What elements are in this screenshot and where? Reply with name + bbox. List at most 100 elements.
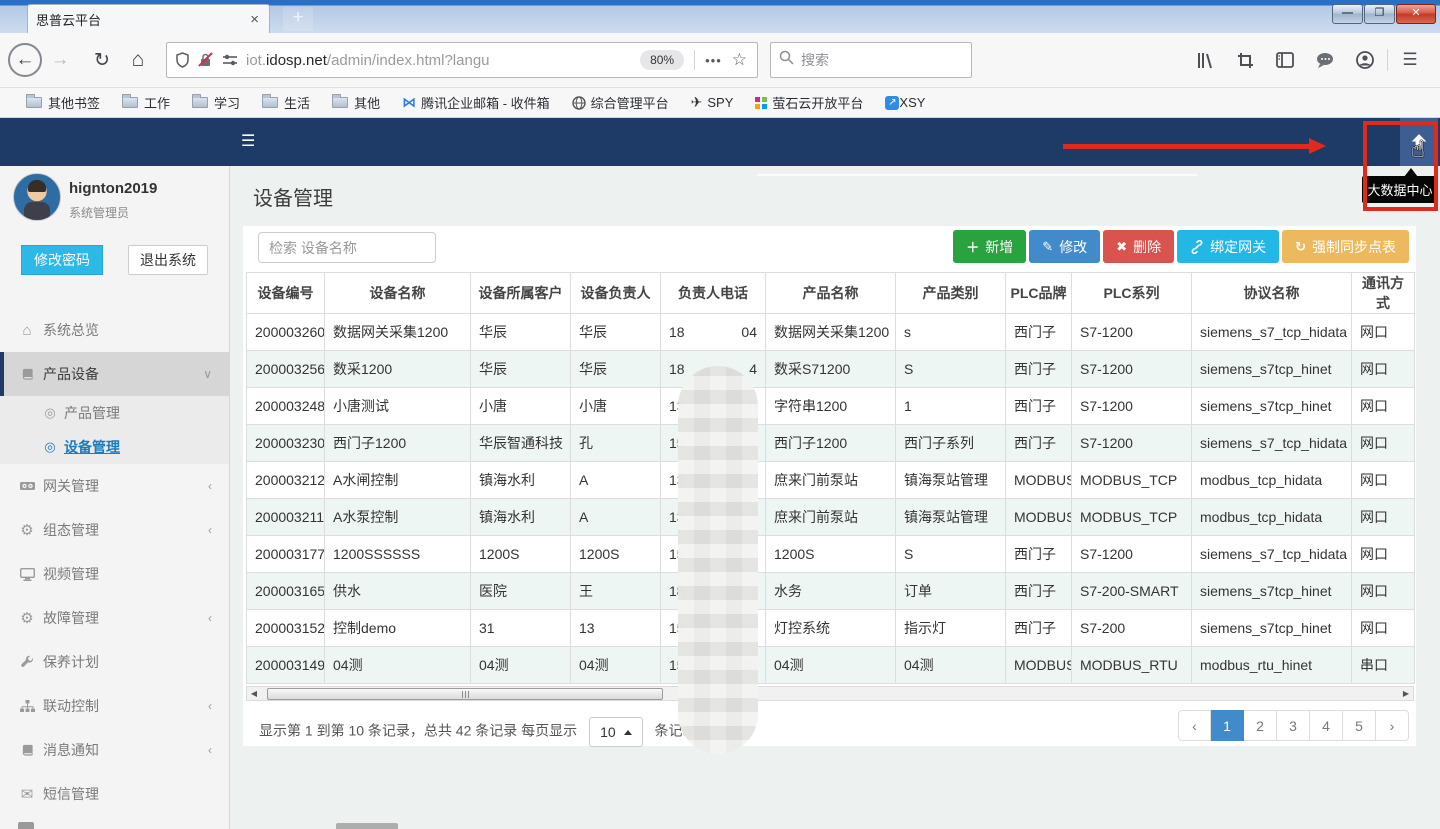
logout-button[interactable]: 退出系统 xyxy=(128,245,208,275)
close-tab-icon[interactable]: × xyxy=(248,11,261,28)
page-button-›[interactable]: › xyxy=(1376,710,1409,741)
back-button[interactable]: ← xyxy=(8,43,42,77)
page-button-‹[interactable]: ‹ xyxy=(1178,710,1211,741)
bookmark-item[interactable]: 工作 xyxy=(122,93,170,112)
table-row[interactable]: 20000314904测04测04测153804测04测MODBUSMODBUS… xyxy=(247,647,1415,684)
table-row[interactable]: 2000031771200SSSSSS1200S1200S151200SS西门子… xyxy=(247,536,1415,573)
sidebar-item-label: 联动控制 xyxy=(43,696,99,716)
zoom-level-badge[interactable]: 80% xyxy=(640,50,684,70)
account-icon[interactable] xyxy=(1345,51,1385,69)
cell-brand: MODBUS xyxy=(1006,647,1072,684)
page-button-1[interactable]: 1 xyxy=(1211,710,1244,741)
cell-no: 200003149 xyxy=(247,647,325,684)
sidebar-item-视频管理[interactable]: 视频管理 xyxy=(0,552,230,596)
bookmark-item[interactable]: 萤石云开放平台 xyxy=(755,93,863,112)
toolbar-button-label: 删除 xyxy=(1133,237,1161,257)
browser-search-input[interactable] xyxy=(801,52,951,68)
table-row[interactable]: 200003230西门子1200华辰智通科技孔15西门子1200西门子系列西门子… xyxy=(247,425,1415,462)
cell-protocol: siemens_s7_tcp_hidata xyxy=(1192,314,1352,351)
cell-series: S7-1200 xyxy=(1072,351,1192,388)
bookmark-item[interactable]: ⋈腾讯企业邮箱 - 收件箱 xyxy=(402,93,550,112)
bookmark-star-icon[interactable]: ☆ xyxy=(732,50,747,70)
page-size-dropdown[interactable]: 10 xyxy=(589,717,643,747)
close-window-button[interactable]: ✕ xyxy=(1396,4,1436,24)
sidebar-item-故障管理[interactable]: ⚙故障管理‹ xyxy=(0,596,230,640)
sidebar-item-系统总览[interactable]: ⌂系统总览 xyxy=(0,308,230,352)
cell-name: 控制demo xyxy=(325,610,471,647)
page-button-5[interactable]: 5 xyxy=(1343,710,1376,741)
device-search-input[interactable] xyxy=(258,232,436,263)
restore-button[interactable]: ❐ xyxy=(1364,4,1395,24)
sidebar-item-网关管理[interactable]: 网关管理‹ xyxy=(0,464,230,508)
bookmark-label: 腾讯企业邮箱 - 收件箱 xyxy=(421,93,550,112)
folder-icon xyxy=(192,97,208,108)
minimize-button[interactable]: — xyxy=(1332,4,1363,24)
sidebar-item-产品设备[interactable]: 产品设备∨ xyxy=(0,352,230,396)
cell-category: 镇海泵站管理 xyxy=(896,462,1006,499)
table-row[interactable]: 200003211A水泵控制镇海水利A13庶来门前泵站镇海泵站管理MODBUSM… xyxy=(247,499,1415,536)
browser-tab[interactable]: 思普云平台 × xyxy=(27,4,270,33)
device-table-wrap: 设备编号设备名称设备所属客户设备负责人负责人电话产品名称产品类别PLC品牌PLC… xyxy=(246,272,1414,684)
change-password-button[interactable]: 修改密码 xyxy=(21,245,103,275)
page-button-2[interactable]: 2 xyxy=(1244,710,1277,741)
toolbar-button-删除[interactable]: ✖删除 xyxy=(1103,230,1174,263)
bookmark-item[interactable]: 生活 xyxy=(262,93,310,112)
column-header: PLC品牌 xyxy=(1006,273,1072,314)
library-icon[interactable] xyxy=(1185,52,1225,69)
sidebar-item-消息通知[interactable]: 消息通知‹ xyxy=(0,728,230,772)
sidebar-toggle-icon[interactable] xyxy=(1265,52,1305,68)
page-actions-icon[interactable]: ••• xyxy=(705,53,722,68)
toolbar-button-强制同步点表[interactable]: ↻强制同步点表 xyxy=(1282,230,1409,263)
permissions-icon[interactable] xyxy=(222,53,238,67)
table-row[interactable]: 200003152控制demo3113153灯控系统指示灯西门子S7-200si… xyxy=(247,610,1415,647)
sidebar-subitem-设备管理[interactable]: ◎设备管理 xyxy=(0,430,230,464)
toolbar-button-修改[interactable]: ✎修改 xyxy=(1029,230,1100,263)
bookmark-item[interactable]: 其他书签 xyxy=(26,93,100,112)
bookmark-item[interactable]: 其他 xyxy=(332,93,380,112)
url-text[interactable]: iot.idosp.net/admin/index.html?langu xyxy=(246,52,634,69)
avatar[interactable] xyxy=(13,173,61,221)
horizontal-scrollbar[interactable]: ◀ ▶ xyxy=(246,686,1414,701)
home-button[interactable]: ⌂ xyxy=(124,48,152,72)
scroll-right-icon[interactable]: ▶ xyxy=(1399,689,1413,698)
screenshot-icon[interactable] xyxy=(1225,52,1265,69)
scrollbar-thumb[interactable] xyxy=(267,688,663,700)
bookmark-item[interactable]: 学习 xyxy=(192,93,240,112)
table-row[interactable]: 200003260数据网关采集1200华辰华辰1804数据网关采集1200s西门… xyxy=(247,314,1415,351)
bookmark-item[interactable]: ✈SPY xyxy=(691,94,734,111)
table-row[interactable]: 200003256数采1200华辰华辰184数采S71200S西门子S7-120… xyxy=(247,351,1415,388)
reload-button[interactable]: ↻ xyxy=(88,49,116,72)
lock-insecure-icon[interactable] xyxy=(198,52,214,68)
sitemap-icon xyxy=(18,700,36,713)
sidebar-item-联动控制[interactable]: 联动控制‹ xyxy=(0,684,230,728)
bookmark-item[interactable]: ↗XSY xyxy=(885,95,925,110)
column-header: 协议名称 xyxy=(1192,273,1352,314)
new-tab-button[interactable]: + xyxy=(283,7,313,31)
sidebar-item-组态管理[interactable]: ⚙组态管理‹ xyxy=(0,508,230,552)
browser-search[interactable] xyxy=(770,42,972,78)
table-row[interactable]: 200003248小唐测试小唐小唐130字符串12001西门子S7-1200si… xyxy=(247,388,1415,425)
scroll-left-icon[interactable]: ◀ xyxy=(247,689,261,698)
url-bar[interactable]: iot.idosp.net/admin/index.html?langu 80%… xyxy=(166,42,758,78)
page-button-4[interactable]: 4 xyxy=(1310,710,1343,741)
toolbar-button-新增[interactable]: ＋新增 xyxy=(953,230,1026,263)
submenu: ◎产品管理◎设备管理 xyxy=(0,396,230,464)
cell-name: 1200SSSSSS xyxy=(325,536,471,573)
toolbar-button-绑定网关[interactable]: 绑定网关 xyxy=(1177,230,1279,263)
page-button-3[interactable]: 3 xyxy=(1277,710,1310,741)
cell-customer: 华辰 xyxy=(471,314,571,351)
sidebar-collapse-icon[interactable]: ☰ xyxy=(241,131,255,151)
menu-hamburger-icon[interactable]: ☰ xyxy=(1390,50,1430,70)
bookmark-item[interactable]: 综合管理平台 xyxy=(572,93,669,112)
sidebar-item-保养计划[interactable]: 保养计划 xyxy=(0,640,230,684)
table-row[interactable]: 200003212A水闸控制镇海水利A13庶来门前泵站镇海泵站管理MODBUSM… xyxy=(247,462,1415,499)
clipped-menu-item xyxy=(18,822,34,829)
shield-icon[interactable] xyxy=(175,52,190,68)
cell-product: 水务 xyxy=(766,573,896,610)
sidebar-item-短信管理[interactable]: ✉短信管理 xyxy=(0,772,230,816)
table-row[interactable]: 200003165供水医院王18水务订单西门子S7-200-SMARTsieme… xyxy=(247,573,1415,610)
pocket-icon[interactable] xyxy=(1305,52,1345,68)
cell-comm: 网口 xyxy=(1352,388,1415,425)
forward-button[interactable]: → xyxy=(46,49,74,71)
sidebar-subitem-产品管理[interactable]: ◎产品管理 xyxy=(0,396,230,430)
